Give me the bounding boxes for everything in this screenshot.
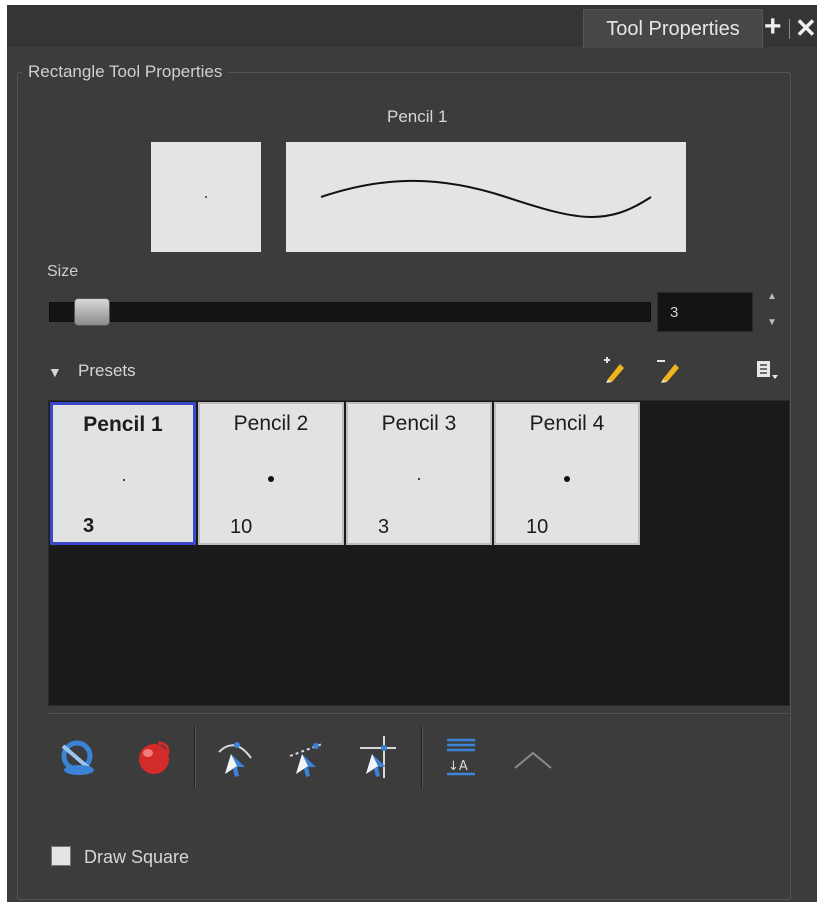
preset-size: 3 (378, 516, 390, 538)
preset-pencil-3[interactable]: Pencil 3 3 (346, 402, 492, 545)
plus-icon[interactable]: + (764, 12, 786, 43)
preset-size: 10 (230, 516, 253, 538)
spin-up-icon[interactable]: ▲ (767, 291, 777, 302)
preset-tip-dot (123, 479, 125, 481)
brush-tip-preview (151, 142, 261, 252)
tab-bar: Tool Properties + ✕ (7, 5, 817, 48)
preset-pencil-2[interactable]: Pencil 2 10 (198, 402, 344, 545)
auto-create-color-art-icon[interactable] (133, 734, 177, 780)
toolbar-separator (421, 726, 423, 788)
draw-square-checkbox[interactable] (51, 846, 71, 866)
tool-properties-panel: Tool Properties + ✕ Rectangle Tool Prope… (7, 5, 817, 902)
toolbar-divider (48, 713, 789, 714)
brush-tip-dot (205, 196, 207, 198)
preset-name: Pencil 3 (381, 412, 457, 435)
tab-separator (789, 19, 790, 39)
presets-list: Pencil 1 3 Pencil 2 10 Pencil 3 3 Pencil… (48, 400, 790, 706)
preset-size: 10 (526, 516, 549, 538)
brush-name: Pencil 1 (387, 107, 448, 126)
presets-label[interactable]: Presets (78, 361, 136, 381)
snap-to-grid-icon[interactable] (356, 734, 400, 780)
close-icon[interactable]: ✕ (795, 13, 817, 43)
snap-to-contour-icon[interactable] (215, 734, 259, 780)
group-title: Rectangle Tool Properties (22, 62, 229, 82)
svg-text:↓A: ↓A (448, 759, 468, 774)
toolbar-separator (194, 726, 196, 788)
join-style-icon[interactable] (511, 734, 555, 780)
preset-tip-dot (564, 476, 570, 482)
spin-down-icon[interactable]: ▼ (767, 317, 777, 328)
preset-tip-dot (268, 476, 274, 482)
new-preset-icon[interactable] (599, 355, 629, 383)
preset-name: Pencil 1 (83, 413, 163, 436)
preset-pencil-1[interactable]: Pencil 1 3 (50, 402, 196, 545)
tab-tool-properties[interactable]: Tool Properties (583, 9, 763, 48)
auto-flatten-icon[interactable] (57, 734, 101, 780)
preset-menu-icon[interactable] (752, 355, 782, 383)
delete-preset-icon[interactable] (654, 355, 684, 383)
size-label: Size (47, 263, 79, 280)
preset-pencil-4[interactable]: Pencil 4 10 (494, 402, 640, 545)
stroke-preview (286, 142, 686, 252)
preset-name: Pencil 4 (529, 412, 605, 435)
preset-size: 3 (83, 515, 95, 537)
stroke-preview-curve (320, 179, 652, 218)
collapse-arrow-icon[interactable]: ▼ (48, 364, 62, 380)
size-slider-handle[interactable] (73, 298, 110, 326)
arrange-forward-icon[interactable]: ↓A (439, 734, 483, 780)
size-input[interactable]: 3 (657, 292, 753, 332)
preset-tip-dot (418, 478, 420, 480)
draw-square-label: Draw Square (84, 847, 190, 867)
snap-and-align-icon[interactable] (286, 734, 330, 780)
preset-name: Pencil 2 (233, 412, 309, 435)
size-slider-track[interactable] (49, 302, 651, 322)
